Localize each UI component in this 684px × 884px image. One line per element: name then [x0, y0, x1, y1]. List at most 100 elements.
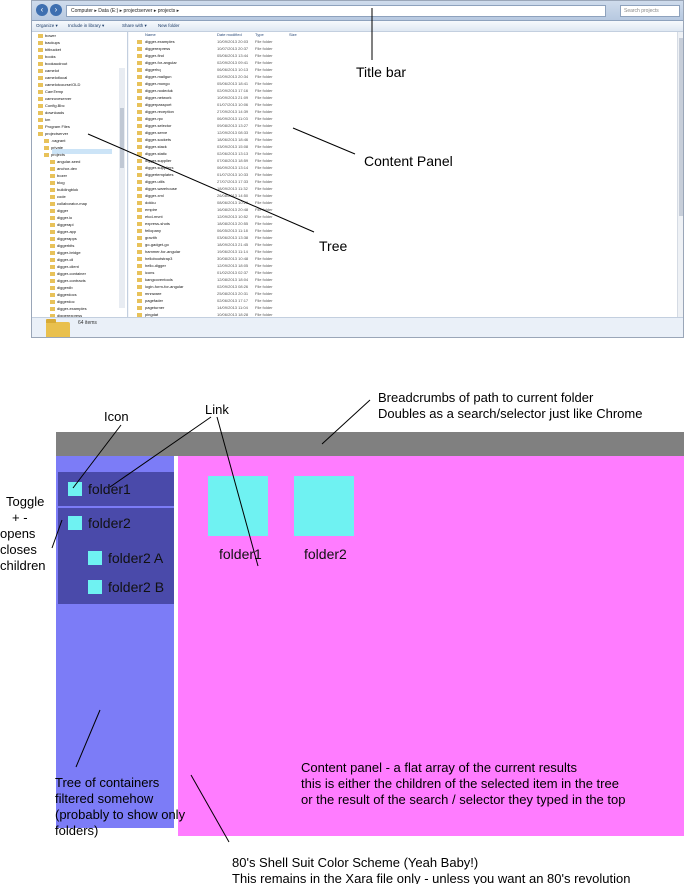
- tree-item[interactable]: blog: [50, 180, 65, 185]
- list-item[interactable]: diggertemplates 01/07/2013 10:33 File fold…: [129, 172, 429, 178]
- explorer-status-bar: 64 items: [32, 317, 683, 337]
- new-folder-button[interactable]: New folder: [158, 23, 180, 28]
- tree-item[interactable]: digger-bridge: [50, 250, 81, 255]
- tree-item[interactable]: anchor-dev: [50, 166, 77, 171]
- tree-item[interactable]: km: [38, 117, 50, 122]
- tree-item[interactable]: bower: [38, 33, 56, 38]
- address-input[interactable]: Computer ▸ Data (E:) ▸ projectserver ▸ p…: [66, 5, 606, 17]
- tree-item[interactable]: backups: [38, 40, 60, 45]
- list-item[interactable]: dokku 08/06/2013 10:20 File folder: [129, 200, 429, 206]
- organize-button[interactable]: Organize ▾: [36, 23, 58, 29]
- tree-item[interactable]: buildingblok: [50, 187, 78, 192]
- list-item[interactable]: digger-examples 10/09/2013 20:03 File fold…: [129, 39, 429, 45]
- list-item[interactable]: hello-digger 12/09/2013 18:05 File folder: [129, 263, 429, 269]
- list-item[interactable]: mnnware 25/08/2013 20:31 File folder: [129, 291, 429, 297]
- tree-item[interactable]: downloads: [38, 110, 64, 115]
- list-item[interactable]: digger-warehouse 18/09/2013 11:32 File fol…: [129, 186, 429, 192]
- content-tile-folder2-icon[interactable]: [294, 476, 354, 536]
- list-item[interactable]: icons 01/02/2013 02:37 File folder: [129, 270, 429, 276]
- tree-item[interactable]: private: [44, 145, 63, 150]
- tree-node-label[interactable]: folder2 A: [108, 550, 163, 566]
- list-item[interactable]: digger-reception 27/09/2013 14:39 File fol…: [129, 109, 429, 115]
- list-item[interactable]: digger-xml 26/08/2013 14:50 File folder: [129, 193, 429, 199]
- tree-item[interactable]: camelot: [38, 68, 59, 73]
- list-item[interactable]: empire 16/08/2013 20:48 File folder: [129, 207, 429, 213]
- tree-item[interactable]: angular-seed: [50, 159, 80, 164]
- list-item[interactable]: digger-utils 27/07/2013 17:33 File folder: [129, 179, 429, 185]
- content-tile-folder1-label[interactable]: folder1: [219, 546, 262, 562]
- content-scrollbar[interactable]: [677, 32, 683, 317]
- tree-item[interactable]: .vagrant: [44, 138, 65, 143]
- share-with-button[interactable]: Share with ▾: [122, 23, 147, 29]
- list-item[interactable]: gravith 03/06/2013 13:38 File folder: [129, 235, 429, 241]
- tree-item[interactable]: digger-app: [50, 229, 76, 234]
- forward-icon[interactable]: ›: [50, 4, 62, 16]
- list-item[interactable]: digger-mongo 05/06/2013 18:41 File folder: [129, 81, 429, 87]
- tree-scrollbar[interactable]: [119, 68, 125, 308]
- tree-item[interactable]: camroveserver: [38, 96, 71, 101]
- tree-item[interactable]: collaborator-map: [50, 201, 87, 206]
- tree-item[interactable]: books: [38, 54, 56, 59]
- column-date-modified[interactable]: Date modified: [217, 32, 242, 37]
- tree-item[interactable]: bookaudrout: [38, 61, 67, 66]
- tree-node-folder2[interactable]: folder2 folder2 A folder2 B: [58, 508, 174, 604]
- tree-item[interactable]: diggerapps: [50, 236, 77, 241]
- list-item[interactable]: etcd-mvnt 12/09/2013 10:52 File folder: [129, 214, 429, 220]
- list-item[interactable]: digger-serve 12/09/2013 08:33 File folder: [129, 130, 429, 136]
- list-item[interactable]: kangcoventools 12/08/2013 18:04 File folde…: [129, 277, 429, 283]
- folder-icon: [137, 110, 142, 114]
- tree-item[interactable]: Program Files: [38, 124, 70, 129]
- tree-item[interactable]: camelotcourse/OLD: [38, 82, 80, 87]
- tree-item[interactable]: digger-cli: [50, 257, 73, 262]
- content-tile-folder1-icon[interactable]: [208, 476, 268, 536]
- tree-item[interactable]: code: [50, 194, 66, 199]
- list-item[interactable]: digger-selector 09/08/2013 13:27 File fold…: [129, 123, 429, 129]
- list-item[interactable]: digger-stack 03/09/2013 15:08 File folder: [129, 144, 429, 150]
- tree-item[interactable]: projectserver: [38, 131, 68, 136]
- list-item[interactable]: express-shots 18/08/2013 20:55 File folder: [129, 221, 429, 227]
- content-tile-folder2-label[interactable]: folder2: [304, 546, 347, 562]
- tree-item[interactable]: diggerapi: [50, 222, 73, 227]
- column-type[interactable]: Type: [255, 32, 264, 37]
- list-item[interactable]: pageturner 14/09/2013 11:04 File folder: [129, 305, 429, 311]
- tree-item[interactable]: camelotlocal: [38, 75, 67, 80]
- search-input[interactable]: Search projects: [620, 5, 680, 17]
- tree-item[interactable]: diggerbits: [50, 243, 74, 248]
- list-item[interactable]: digger-network 10/09/2013 21:09 File folde…: [129, 95, 429, 101]
- tree-item[interactable]: digger-contracts: [50, 278, 86, 283]
- tree-item[interactable]: diggerdb: [50, 285, 73, 290]
- tree-item[interactable]: digger.io: [50, 215, 72, 220]
- back-icon[interactable]: ‹: [36, 4, 48, 16]
- column-name[interactable]: Name: [145, 32, 156, 37]
- tree-item[interactable]: diggerdoc: [50, 299, 75, 304]
- tree-item[interactable]: digger-client: [50, 264, 79, 269]
- list-item[interactable]: go-gadget-go 18/09/2013 21:45 File folder: [129, 242, 429, 248]
- column-size[interactable]: Size: [289, 32, 297, 37]
- tree-item[interactable]: projects: [44, 152, 65, 157]
- tree-item[interactable]: digger: [50, 208, 68, 213]
- include-in-library-button[interactable]: Include in library ▾: [68, 23, 104, 29]
- list-item[interactable]: hellobootstrap3 30/08/2013 10:48 File fold…: [129, 256, 429, 262]
- list-item[interactable]: digger-rpc 06/09/2013 11:03 File folder: [129, 116, 429, 122]
- list-item[interactable]: hammer-for-angular 19/06/2013 11:14 File f…: [129, 249, 429, 255]
- tree-node-label[interactable]: folder2: [88, 515, 131, 531]
- list-item[interactable]: digger-sockets 18/06/2013 18:46 File folde…: [129, 137, 429, 143]
- tree-node-label[interactable]: folder2 B: [108, 579, 164, 595]
- tree-node-label[interactable]: folder1: [88, 481, 131, 497]
- tree-item[interactable]: bozer: [50, 173, 67, 178]
- tree-item[interactable]: Config.Bbc: [38, 103, 65, 108]
- list-item[interactable]: digger-nodeduk 02/09/2013 17:16 File folde…: [129, 88, 429, 94]
- list-item[interactable]: login-form-for-angular 02/09/2013 08:26 Fi…: [129, 284, 429, 290]
- list-item[interactable]: digger-find 05/06/2013 13:44 File folder: [129, 53, 429, 59]
- item-type: File folder: [255, 130, 273, 135]
- tree-item[interactable]: diggerdocs: [50, 292, 77, 297]
- tree-item[interactable]: digger-examples: [50, 306, 87, 311]
- tree-item[interactable]: CamTemp: [38, 89, 63, 94]
- tree-node-folder1[interactable]: folder1: [58, 472, 174, 506]
- list-item[interactable]: pagefader 02/06/2013 17:17 File folder: [129, 298, 429, 304]
- tree-item[interactable]: digger-container: [50, 271, 86, 276]
- list-item[interactable]: diggerexpress 10/07/2013 20:37 File folder: [129, 46, 429, 52]
- list-item[interactable]: fellopany 06/05/2013 11:18 File folder: [129, 228, 429, 234]
- list-item[interactable]: diggerpassport 01/07/2013 10:06 File folde…: [129, 102, 429, 108]
- tree-item[interactable]: bitbucket: [38, 47, 61, 52]
